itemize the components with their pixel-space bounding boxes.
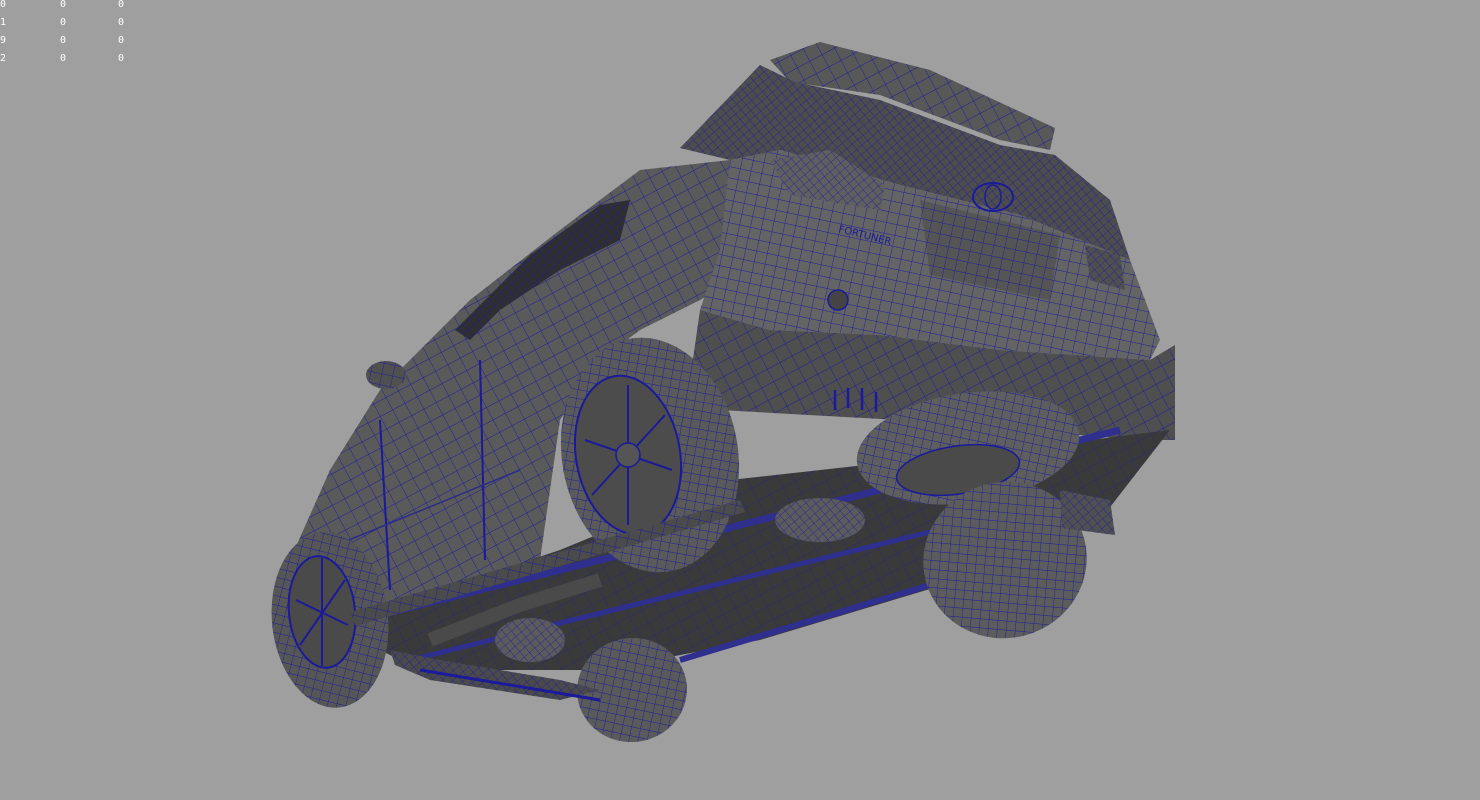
hud-value: 0 <box>118 0 125 10</box>
hud-value: 0 <box>118 17 125 28</box>
suv-wireframe-model[interactable]: FORTUNER <box>0 0 1480 800</box>
hud-row: 0 0 0 <box>0 0 138 14</box>
hud-value: 0 <box>60 35 67 46</box>
hud-value: 0 <box>118 35 125 46</box>
hud-value: 0 <box>118 53 125 64</box>
hud-value: 0 <box>60 17 67 28</box>
hud-value: 0 <box>60 0 67 10</box>
heads-up-display-stats: 0 0 0 1 0 0 9 0 0 2 0 0 <box>0 0 138 68</box>
hud-row: 1 0 0 <box>0 14 138 32</box>
hud-value: 2 <box>0 53 7 64</box>
hud-row: 9 0 0 <box>0 32 138 50</box>
hud-value: 1 <box>0 17 7 28</box>
hud-value: 9 <box>0 35 7 46</box>
3d-viewport[interactable]: 0 0 0 1 0 0 9 0 0 2 0 0 FORTUNER <box>0 0 1480 800</box>
hud-row: 2 0 0 <box>0 50 138 68</box>
side-mirror <box>366 361 406 389</box>
hud-value: 0 <box>60 53 67 64</box>
hud-value: 0 <box>0 0 7 10</box>
